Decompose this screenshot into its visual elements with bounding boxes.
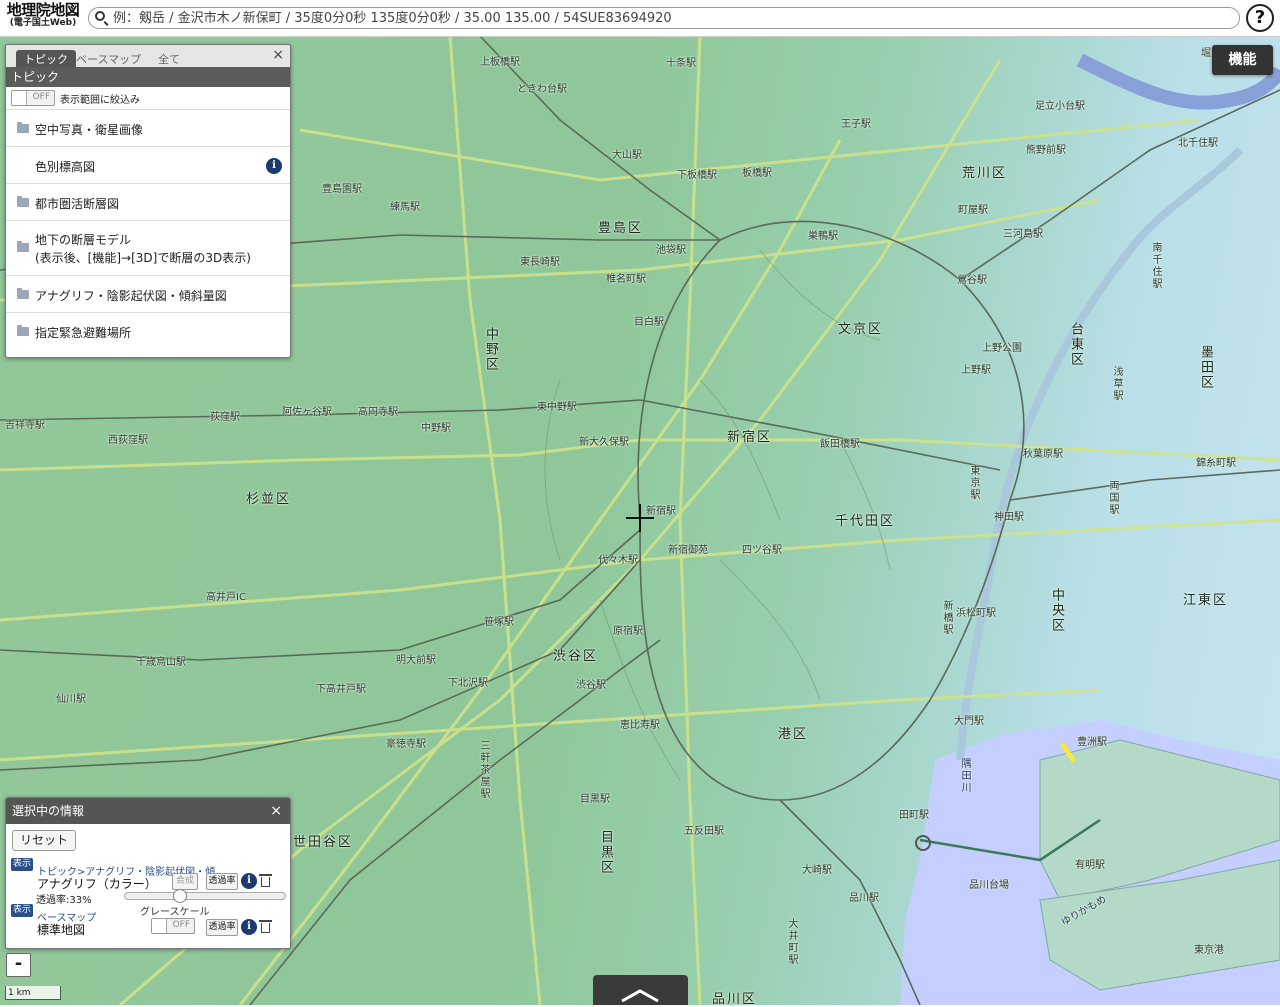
opacity-slider-knob[interactable] (173, 889, 187, 903)
scale-bar: 1 km (5, 986, 61, 1000)
road-7 (0, 688, 1101, 762)
site-logo[interactable]: 地理院地図 (電子国土Web) (3, 3, 83, 33)
selected-panel-header: 選択中の情報 × (6, 798, 290, 824)
opacity-slider[interactable] (124, 889, 286, 903)
info-icon[interactable]: i (266, 158, 282, 174)
topic-item-label: 都市圏活断層図 (35, 197, 120, 211)
selected-panel-title: 選択中の情報 (12, 804, 85, 818)
reset-button[interactable]: リセット (12, 830, 76, 851)
layer-info-icon[interactable]: i (241, 873, 257, 889)
toggle-state: OFF (172, 920, 190, 930)
folder-icon (17, 325, 29, 336)
help-button[interactable]: ? (1246, 4, 1274, 32)
topic-tabs: トピック ベースマップ 全て × トピック (6, 45, 290, 87)
search-input[interactable] (88, 7, 1240, 29)
topic-item-label: 地下の断層モデル (表示後、[機能]→[3D]で断層の3D表示) (35, 231, 251, 267)
grayscale-label: グレースケール (140, 907, 210, 918)
rail-sobu (1009, 469, 1280, 501)
center-crosshair-vertical (639, 504, 641, 532)
filter-toggle[interactable]: OFF (11, 90, 55, 106)
logo-main-text: 地理院地図 (6, 1, 80, 19)
topic-item-anaglyph[interactable]: アナグリフ・陰影起伏図・傾斜量図 (6, 276, 290, 313)
logo-sub-text: (電子国土Web) (9, 18, 77, 28)
search-icon (95, 11, 105, 21)
folder-icon (17, 122, 29, 133)
tab-all[interactable]: 全て (158, 51, 180, 67)
trash-icon[interactable] (259, 874, 272, 887)
topic-item-fault-map[interactable]: 都市圏活断層図 (6, 184, 290, 221)
layer-show-badge[interactable]: 表示 (11, 858, 33, 871)
folder-icon (17, 288, 29, 299)
function-menu-button[interactable]: 機能 (1212, 45, 1273, 75)
layer-show-badge[interactable]: 表示 (11, 904, 33, 917)
filter-label: 表示範囲に絞込み (60, 95, 140, 106)
transparency-button[interactable]: 透過率 (206, 919, 238, 936)
toggle-knob (12, 91, 27, 105)
zoom-out-button[interactable]: - (6, 953, 31, 977)
topic-panel-title: トピック (6, 67, 290, 87)
topic-item-label-line2: (表示後、[機能]→[3D]で断層の3D表示) (35, 251, 251, 265)
road-6 (678, 35, 702, 1005)
rail-joban (959, 89, 1280, 281)
road-8 (299, 118, 1201, 182)
selected-panel-close-icon[interactable]: × (270, 798, 282, 824)
folder-icon (17, 241, 29, 252)
topic-item-label: 指定緊急避難場所 (35, 326, 132, 340)
topic-item-label: アナグリフ・陰影起伏図・傾斜量図 (35, 289, 227, 303)
rail-tokaido (779, 799, 921, 1005)
road-5 (448, 35, 542, 1005)
layer-name: 標準地図 (37, 923, 86, 937)
filter-row: OFF 表示範囲に絞込み (6, 87, 290, 110)
tab-basemap[interactable]: ベースマップ (76, 51, 141, 67)
header-bar: 地理院地図 (電子国土Web) ? (0, 0, 1280, 37)
toggle-knob (152, 919, 167, 933)
opacity-label: 透過率:33% (36, 895, 92, 906)
rail-tobu (479, 35, 721, 241)
combine-button[interactable]: 合成 (172, 873, 198, 890)
toggle-state: OFF (32, 92, 50, 102)
topic-item-aerial[interactable]: 空中写真・衛星画像 (6, 110, 290, 147)
rail-den-en (249, 639, 661, 1005)
topic-item-label: 色別標高図 (35, 160, 96, 174)
topic-item-elevation[interactable]: 色別標高図 i (6, 147, 290, 184)
topic-item-label: 空中写真・衛星画像 (35, 123, 144, 137)
tab-topic[interactable]: トピック (16, 50, 76, 68)
topic-panel: トピック ベースマップ 全て × トピック OFF 表示範囲に絞込み 空中写真・… (5, 44, 291, 358)
selected-info-panel: 選択中の情報 × リセット 表示 トピック>アナグリフ・陰影起伏図・傾 アナグリ… (5, 797, 291, 949)
topic-item-fault-model[interactable]: 地下の断層モデル (表示後、[機能]→[3D]で断層の3D表示) (6, 221, 290, 276)
grayscale-toggle[interactable]: OFF (151, 918, 195, 934)
transparency-button[interactable]: 透過率 (206, 873, 238, 890)
chevron-up-icon (621, 989, 659, 1003)
topic-panel-close-icon[interactable]: × (272, 47, 284, 63)
trash-icon[interactable] (259, 920, 272, 933)
folder-icon (17, 196, 29, 207)
layer-name: アナグリフ（カラー） (37, 877, 157, 891)
topic-item-label-line1: 地下の断層モデル (35, 233, 132, 247)
topic-item-evacuation[interactable]: 指定緊急避難場所 (6, 313, 290, 349)
bottom-panel-toggle[interactable] (593, 975, 688, 1005)
layer-info-icon[interactable]: i (241, 919, 257, 935)
